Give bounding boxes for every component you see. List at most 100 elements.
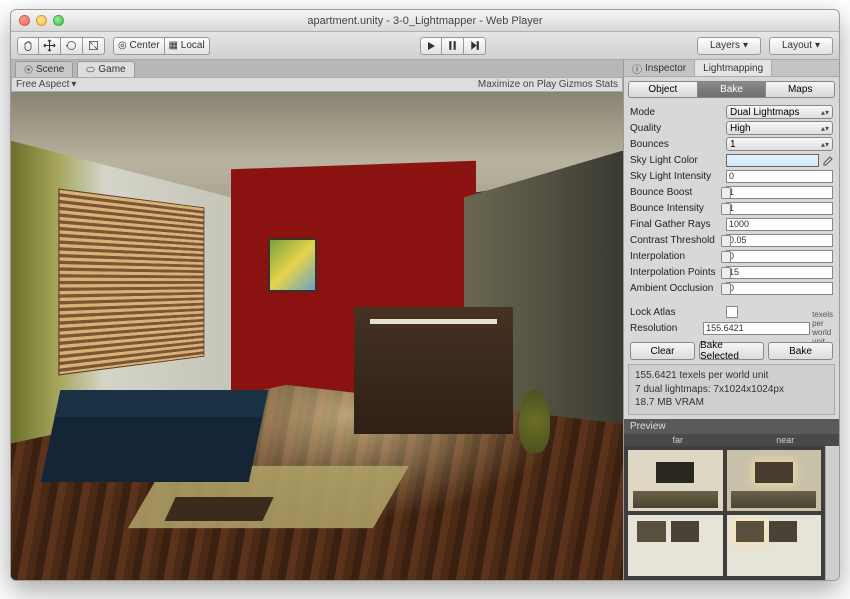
quality-label: Quality: [630, 123, 722, 134]
preview-grid: [624, 446, 825, 581]
mode-label: Mode: [630, 107, 722, 118]
pivot-local-button[interactable]: ▦ Local: [165, 37, 210, 55]
view-options-bar: Free Aspect ▾ Maximize on Play Gizmos St…: [11, 77, 623, 92]
ambient-occlusion-label: Ambient Occlusion: [630, 283, 717, 294]
lightmap-near-1[interactable]: [727, 515, 822, 576]
move-tool-button[interactable]: [39, 37, 61, 55]
bake-properties: Mode Dual Lightmaps▴▾ Quality High▴▾ Bounc…: [624, 102, 839, 338]
scene-vase: [519, 390, 550, 453]
editor-body: Scene Game Free Aspect ▾ Maximize on Pla…: [11, 60, 839, 580]
rotate-tool-button[interactable]: [61, 37, 83, 55]
inspector-icon: ⓘ: [632, 61, 642, 76]
pause-button[interactable]: [442, 37, 464, 55]
ambient-occlusion-field[interactable]: [726, 282, 833, 295]
subtab-maps[interactable]: Maps: [765, 82, 834, 97]
scene-icon: [24, 65, 33, 74]
bounces-label: Bounces: [630, 139, 722, 150]
stats-lightmaps: 7 dual lightmaps: 7x1024x1024px: [635, 383, 828, 397]
stats-vram: 18.7 MB VRAM: [635, 396, 828, 410]
contrast-threshold-label: Contrast Threshold: [630, 235, 717, 246]
center-icon: ◎: [118, 40, 127, 51]
lightmap-far-1[interactable]: [628, 515, 723, 576]
bounce-boost-field[interactable]: [726, 186, 833, 199]
chevron-down-icon: ▾: [815, 40, 820, 51]
interpolation-label: Interpolation: [630, 251, 717, 262]
preview-scrollbar[interactable]: [825, 446, 839, 581]
tab-game[interactable]: Game: [77, 61, 134, 77]
playback-controls: [420, 37, 486, 55]
sky-light-color-field[interactable]: [726, 154, 819, 167]
lightmap-stats: 155.6421 texels per world unit 7 dual li…: [628, 364, 835, 415]
bake-selected-button[interactable]: Bake Selected: [699, 342, 764, 360]
bounces-select[interactable]: 1▴▾: [726, 137, 833, 151]
layers-dropdown[interactable]: Layers▾: [697, 37, 761, 55]
preview-header: Preview: [624, 419, 839, 434]
lightmap-far-0[interactable]: [628, 450, 723, 511]
tab-scene[interactable]: Scene: [15, 61, 73, 77]
inspector-tabs: ⓘInspector Lightmapping: [624, 60, 839, 77]
scene-wall-art: [268, 238, 317, 292]
updown-icon: ▴▾: [821, 124, 829, 133]
final-gather-rays-label: Final Gather Rays: [630, 219, 722, 230]
preview-far-label: far: [624, 434, 732, 446]
view-tabs: Scene Game: [11, 60, 623, 77]
scene-cabinet: [354, 307, 513, 434]
tab-lightmapping[interactable]: Lightmapping: [695, 60, 772, 76]
pivot-controls: ◎ Center ▦ Local: [113, 37, 210, 55]
toolbar: ◎ Center ▦ Local Layers▾ Layout▾: [11, 32, 839, 60]
subtab-object[interactable]: Object: [629, 82, 697, 97]
aspect-dropdown[interactable]: Free Aspect ▾: [16, 79, 76, 90]
step-button[interactable]: [464, 37, 486, 55]
stats-toggle[interactable]: Stats: [595, 79, 618, 90]
game-viewport[interactable]: [11, 92, 623, 580]
bounce-boost-label: Bounce Boost: [630, 187, 717, 198]
preview-panel: Preview far near: [624, 419, 839, 581]
main-area: Scene Game Free Aspect ▾ Maximize on Pla…: [11, 60, 623, 580]
stats-texels: 155.6421 texels per world unit: [635, 369, 828, 383]
resolution-label: Resolution: [630, 323, 699, 334]
hand-tool-button[interactable]: [17, 37, 39, 55]
scale-tool-button[interactable]: [83, 37, 105, 55]
tab-inspector[interactable]: ⓘInspector: [624, 60, 695, 76]
scene-sofa: [40, 414, 263, 482]
interpolation-points-field[interactable]: [726, 266, 833, 279]
bounce-intensity-label: Bounce Intensity: [630, 203, 717, 214]
bake-actions: Clear Bake Selected Bake: [624, 338, 839, 364]
chevron-down-icon: ▾: [743, 40, 748, 51]
contrast-threshold-field[interactable]: [726, 234, 833, 247]
interpolation-field[interactable]: [726, 250, 833, 263]
gizmos-toggle[interactable]: Gizmos: [559, 79, 593, 90]
resolution-field[interactable]: [703, 322, 810, 335]
bake-button[interactable]: Bake: [768, 342, 833, 360]
bounce-intensity-field[interactable]: [726, 202, 833, 215]
maximize-on-play-toggle[interactable]: Maximize on Play: [478, 79, 556, 90]
lightmapping-subtabs: Object Bake Maps: [628, 81, 835, 98]
transform-tools: [17, 37, 105, 55]
scene-coffee-table: [164, 497, 273, 521]
eyedropper-icon[interactable]: [821, 154, 833, 166]
inspector-panel: ⓘInspector Lightmapping Object Bake Maps…: [623, 60, 839, 580]
window-title: apartment.unity - 3-0_Lightmapper - Web …: [11, 15, 839, 27]
interpolation-points-label: Interpolation Points: [630, 267, 717, 278]
sky-light-color-label: Sky Light Color: [630, 155, 722, 166]
local-icon: ▦: [169, 40, 178, 51]
lightmap-near-0[interactable]: [727, 450, 822, 511]
quality-select[interactable]: High▴▾: [726, 121, 833, 135]
layout-dropdown[interactable]: Layout▾: [769, 37, 833, 55]
chevron-down-icon: ▾: [71, 79, 76, 90]
sky-light-intensity-field[interactable]: [726, 170, 833, 183]
game-icon: [86, 65, 95, 74]
preview-near-label: near: [732, 434, 840, 446]
subtab-bake[interactable]: Bake: [697, 82, 766, 97]
final-gather-rays-field[interactable]: [726, 218, 833, 231]
updown-icon: ▴▾: [821, 140, 829, 149]
preview-labels: far near: [624, 434, 839, 446]
updown-icon: ▴▾: [821, 108, 829, 117]
mode-select[interactable]: Dual Lightmaps▴▾: [726, 105, 833, 119]
play-button[interactable]: [420, 37, 442, 55]
app-window: apartment.unity - 3-0_Lightmapper - Web …: [10, 9, 840, 581]
sky-light-intensity-label: Sky Light Intensity: [630, 171, 722, 182]
clear-button[interactable]: Clear: [630, 342, 695, 360]
pivot-center-button[interactable]: ◎ Center: [113, 37, 165, 55]
titlebar: apartment.unity - 3-0_Lightmapper - Web …: [11, 10, 839, 32]
